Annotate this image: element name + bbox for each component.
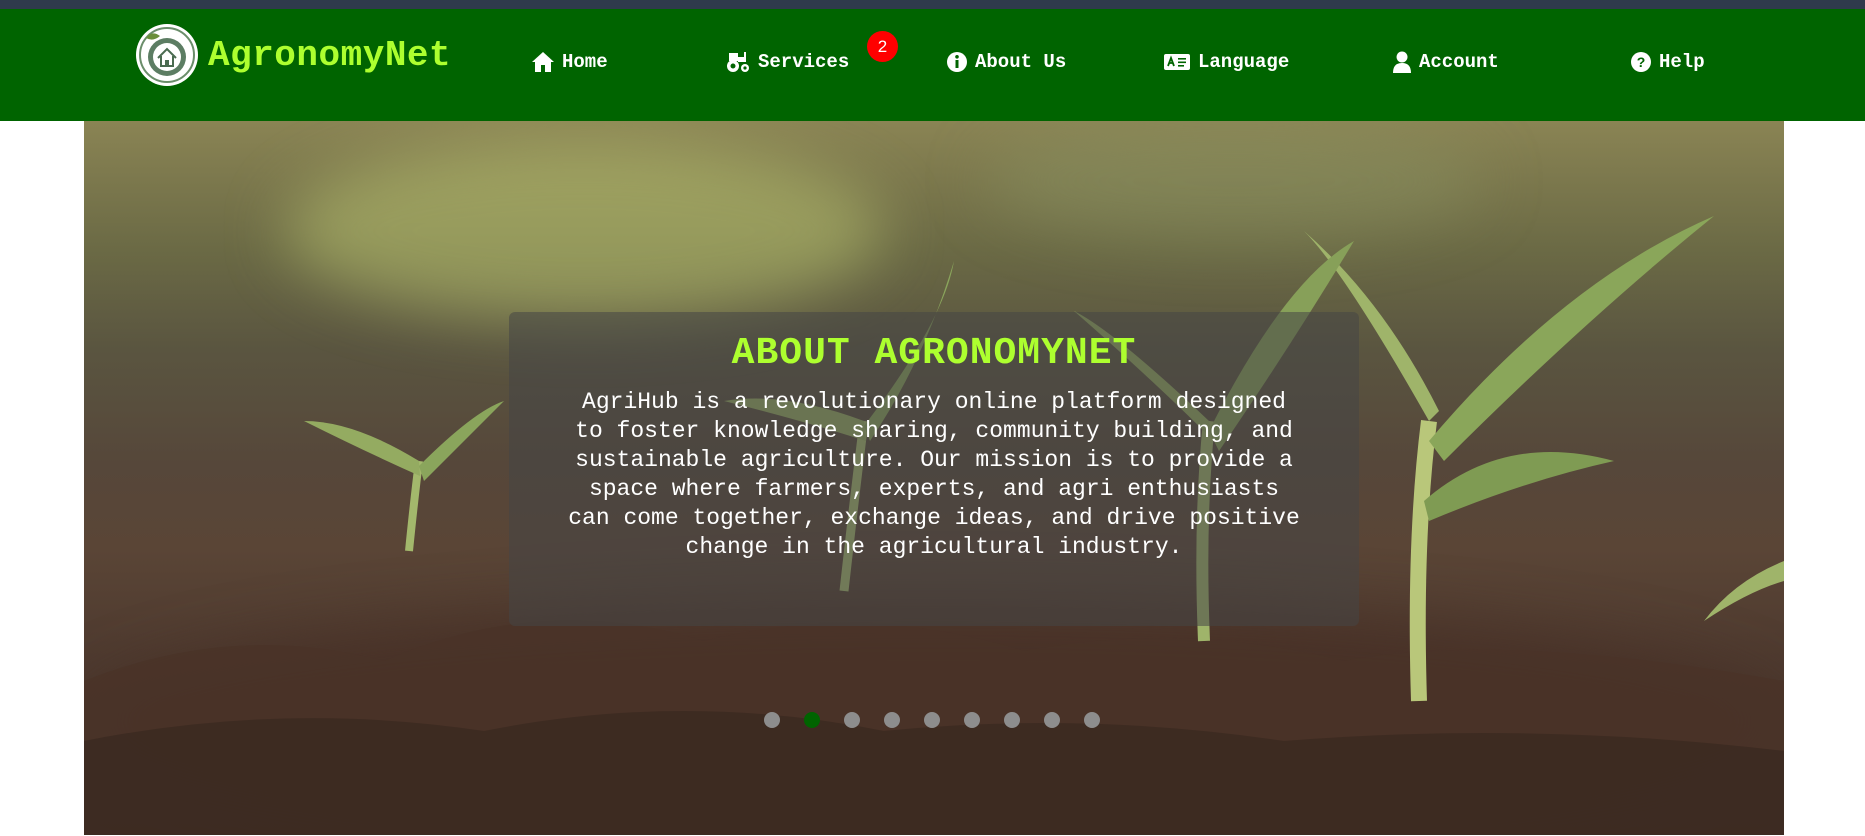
user-icon bbox=[1392, 51, 1412, 73]
nav-home-label: Home bbox=[562, 51, 608, 73]
language-icon bbox=[1163, 52, 1191, 72]
nav-language-label: Language bbox=[1198, 51, 1290, 73]
carousel-dot-4[interactable] bbox=[884, 712, 900, 728]
info-icon bbox=[946, 51, 968, 73]
navbar: AgronomyNet Home Services 2 About Us Lan… bbox=[0, 9, 1865, 121]
nav-account[interactable]: Account bbox=[1392, 49, 1499, 75]
nav-services-label: Services bbox=[758, 51, 850, 73]
about-overlay-card: ABOUT AGRONOMYNET AgriHub is a revolutio… bbox=[509, 312, 1359, 626]
help-icon: ? bbox=[1630, 51, 1652, 73]
carousel-dot-6[interactable] bbox=[964, 712, 980, 728]
house-leaf-logo-icon bbox=[136, 24, 198, 86]
hero-carousel: ABOUT AGRONOMYNET AgriHub is a revolutio… bbox=[84, 121, 1784, 835]
hero-description: AgriHub is a revolutionary online platfo… bbox=[568, 389, 1300, 560]
nav-about-us-label: About Us bbox=[975, 51, 1067, 73]
carousel-dot-3[interactable] bbox=[844, 712, 860, 728]
nav-services[interactable]: Services bbox=[725, 49, 849, 75]
carousel-indicators bbox=[764, 712, 1124, 730]
nav-about-us[interactable]: About Us bbox=[946, 49, 1066, 75]
services-notification-badge: 2 bbox=[867, 31, 898, 62]
home-icon bbox=[531, 51, 555, 73]
svg-text:?: ? bbox=[1637, 54, 1646, 70]
nav-help[interactable]: ? Help bbox=[1630, 49, 1705, 75]
brand-link[interactable]: AgronomyNet bbox=[136, 23, 451, 87]
tractor-icon bbox=[725, 51, 751, 73]
carousel-dot-9[interactable] bbox=[1084, 712, 1100, 728]
carousel-dot-8[interactable] bbox=[1044, 712, 1060, 728]
nav-language[interactable]: Language bbox=[1163, 49, 1289, 75]
carousel-dot-1[interactable] bbox=[764, 712, 780, 728]
carousel-dot-2[interactable] bbox=[804, 712, 820, 728]
nav-home[interactable]: Home bbox=[531, 49, 608, 75]
nav-help-label: Help bbox=[1659, 51, 1705, 73]
nav-account-label: Account bbox=[1419, 51, 1499, 73]
top-strip bbox=[0, 0, 1865, 9]
hero-title: ABOUT AGRONOMYNET bbox=[731, 332, 1137, 375]
brand-name: AgronomyNet bbox=[208, 34, 452, 76]
carousel-dot-7[interactable] bbox=[1004, 712, 1020, 728]
carousel-dot-5[interactable] bbox=[924, 712, 940, 728]
